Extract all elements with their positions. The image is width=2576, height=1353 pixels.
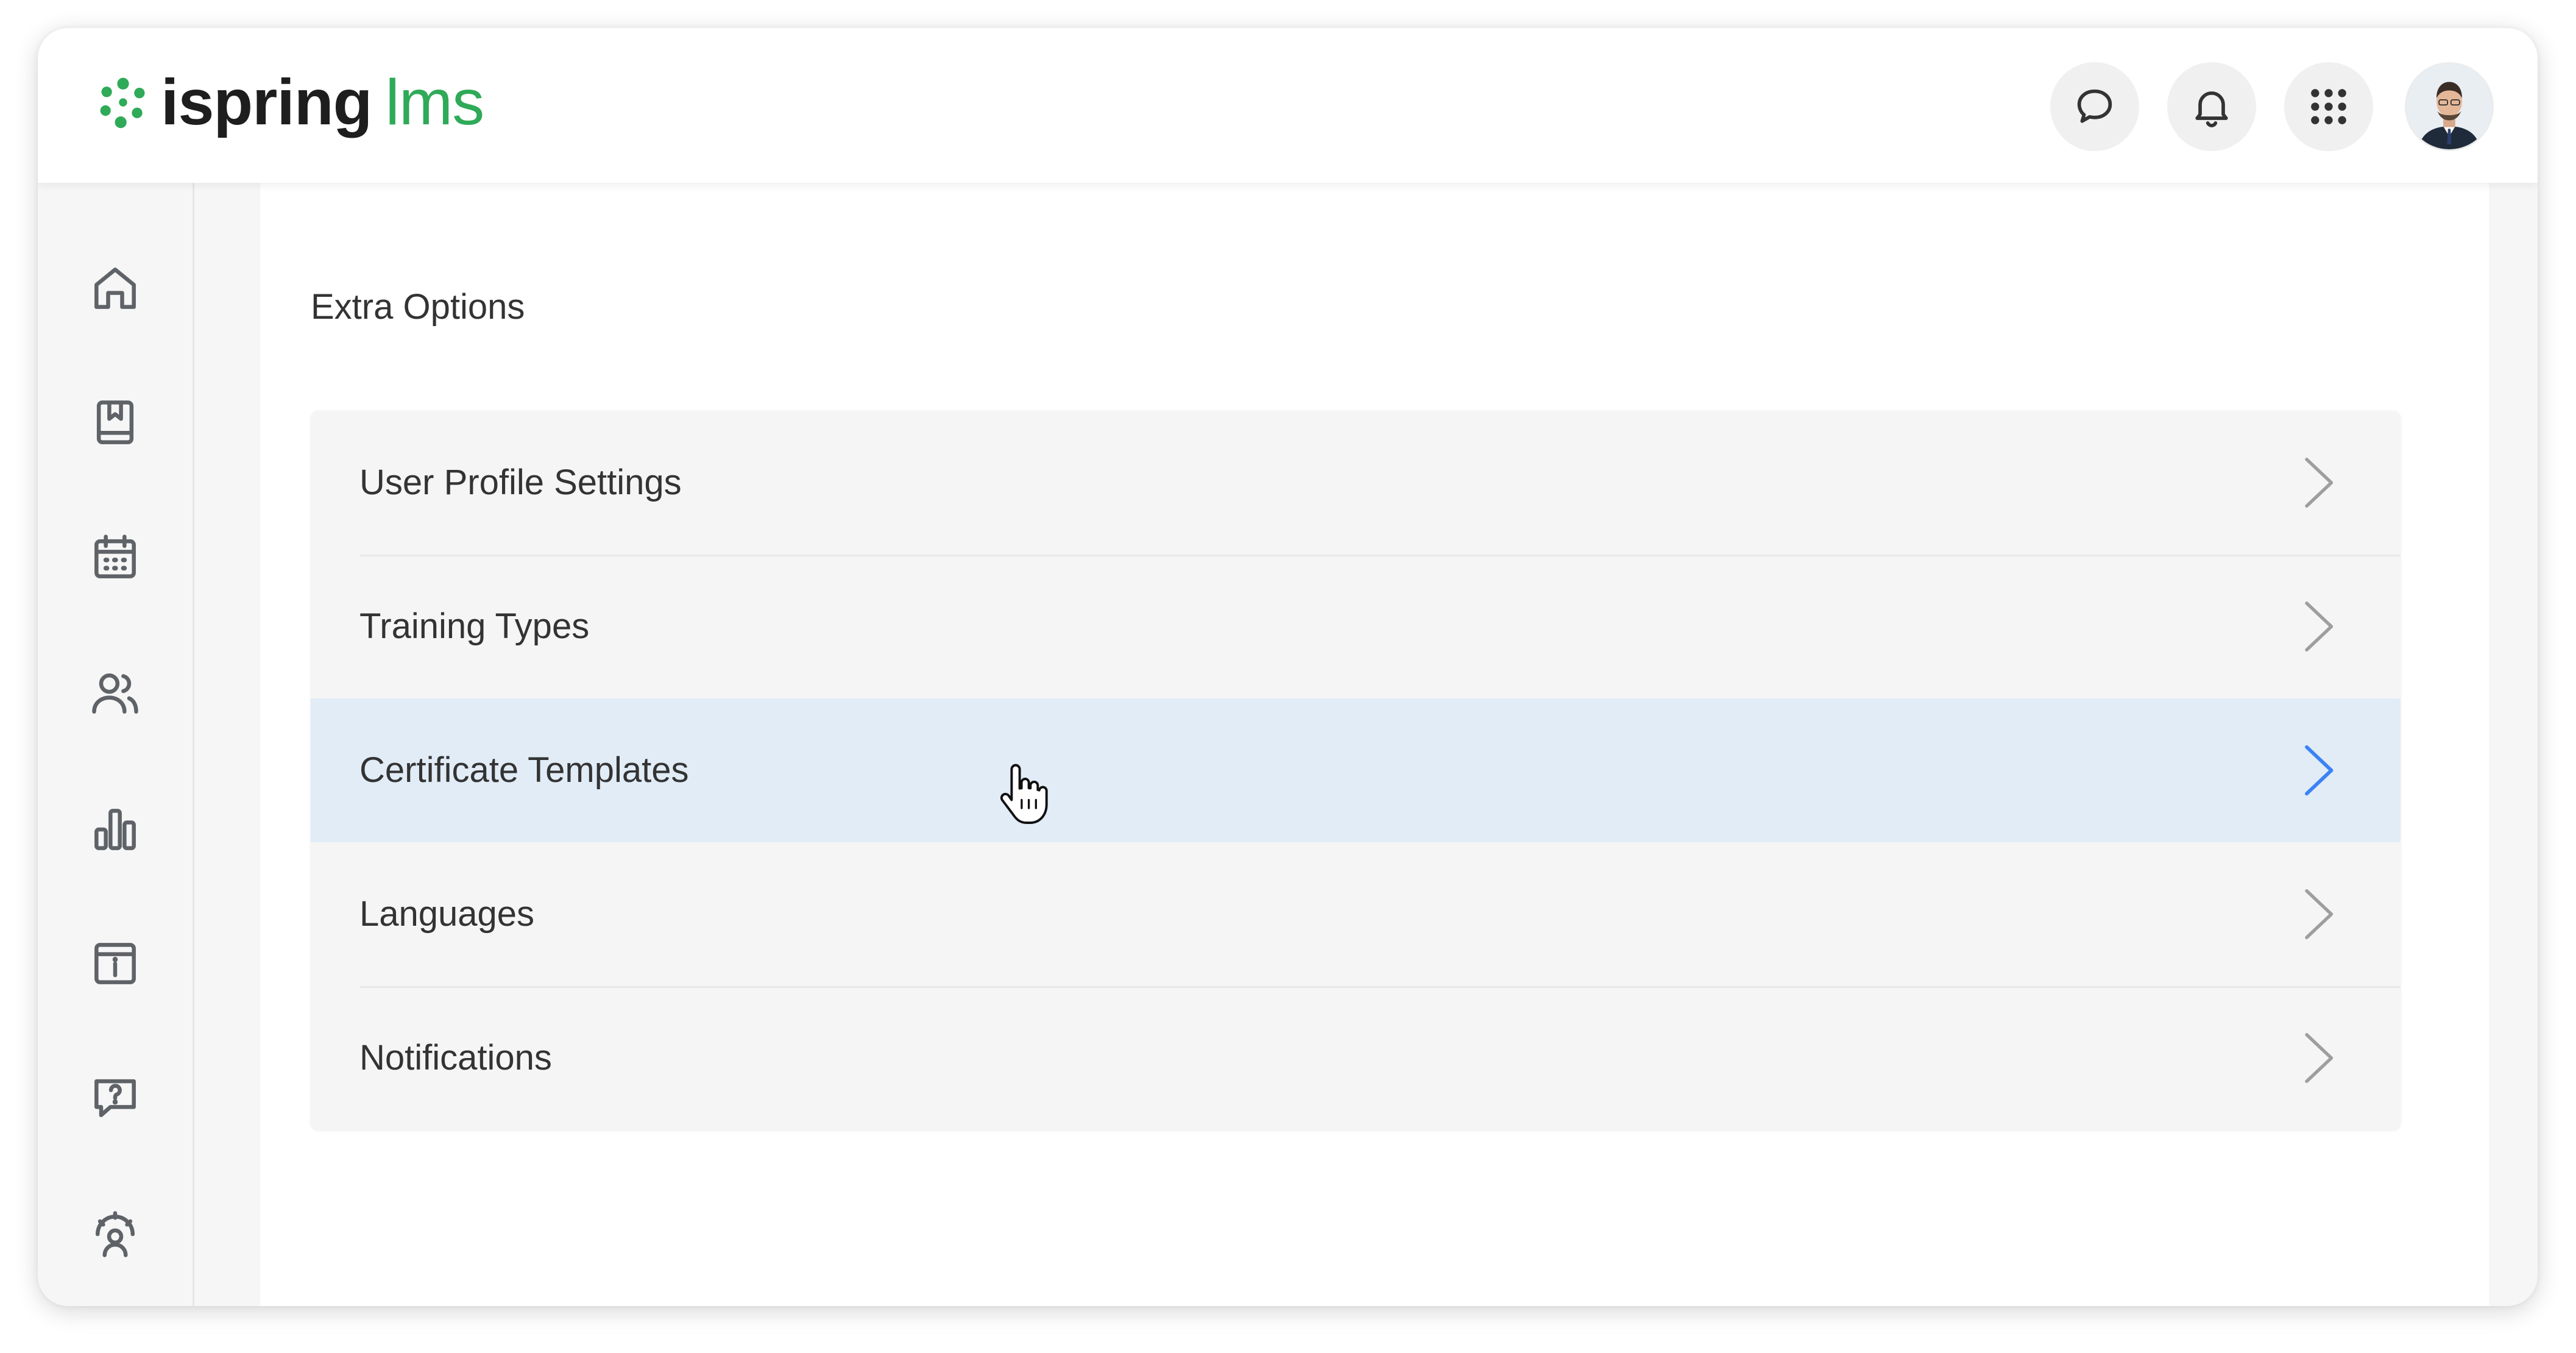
avatar-portrait <box>2407 64 2492 149</box>
chat-bubble-icon <box>2077 89 2112 123</box>
home-icon <box>94 268 136 309</box>
admin-user-icon <box>95 1211 135 1257</box>
chevron-right-icon <box>2305 1033 2334 1083</box>
app-window: ispring lms Extra Options User Profile S… <box>38 28 2538 1306</box>
top-bar: ispring lms <box>38 28 2538 183</box>
hand-pointer-cursor <box>1000 764 1048 824</box>
extra-options-list: User Profile Settings Training Types Cer… <box>311 411 2401 1130</box>
option-label: Notifications <box>359 1038 552 1078</box>
option-label: Languages <box>359 894 535 934</box>
option-notifications[interactable]: Notifications <box>311 986 2401 1130</box>
help-chat-icon <box>94 1079 136 1118</box>
logo-text-ispring: ispring <box>161 66 372 138</box>
sidebar-item-home[interactable] <box>76 249 155 328</box>
chevron-right-icon <box>2305 602 2334 652</box>
sidebar-item-calendar[interactable] <box>76 518 155 597</box>
bar-chart-icon <box>94 809 136 850</box>
book-icon <box>96 400 134 444</box>
sidebar-item-help[interactable] <box>76 1058 155 1137</box>
sidebar-item-admin[interactable] <box>76 1195 155 1274</box>
option-label: Certificate Templates <box>359 750 689 790</box>
ispring-logo-icon <box>100 77 145 129</box>
sidebar-item-reports[interactable] <box>76 790 155 869</box>
section-title: Extra Options <box>311 287 525 327</box>
users-icon <box>92 673 138 714</box>
sidebar <box>38 183 194 1306</box>
chat-button[interactable] <box>2050 62 2139 151</box>
option-training-types[interactable]: Training Types <box>311 555 2401 698</box>
option-user-profile-settings[interactable]: User Profile Settings <box>311 411 2401 555</box>
option-label: Training Types <box>359 606 590 646</box>
notifications-button[interactable] <box>2167 62 2256 151</box>
chevron-right-icon <box>2305 458 2334 508</box>
chevron-right-icon <box>2305 745 2334 796</box>
logo[interactable]: ispring lms <box>94 66 484 139</box>
bell-icon <box>2195 91 2228 127</box>
apps-button[interactable] <box>2284 62 2373 151</box>
chevron-right-icon <box>2305 889 2334 939</box>
main-content: Extra Options User Profile Settings Trai… <box>260 183 2489 1306</box>
info-icon <box>94 943 136 984</box>
sidebar-item-info[interactable] <box>76 924 155 1003</box>
top-actions <box>2022 62 2494 151</box>
sidebar-item-courses[interactable] <box>76 383 155 462</box>
option-languages[interactable]: Languages <box>311 842 2401 986</box>
calendar-icon <box>94 534 136 578</box>
user-avatar[interactable] <box>2405 62 2494 151</box>
option-label: User Profile Settings <box>359 463 682 502</box>
apps-grid-icon <box>2311 89 2346 124</box>
logo-text-lms: lms <box>385 66 484 138</box>
sidebar-item-users[interactable] <box>76 653 155 733</box>
option-certificate-templates[interactable]: Certificate Templates <box>311 698 2401 842</box>
